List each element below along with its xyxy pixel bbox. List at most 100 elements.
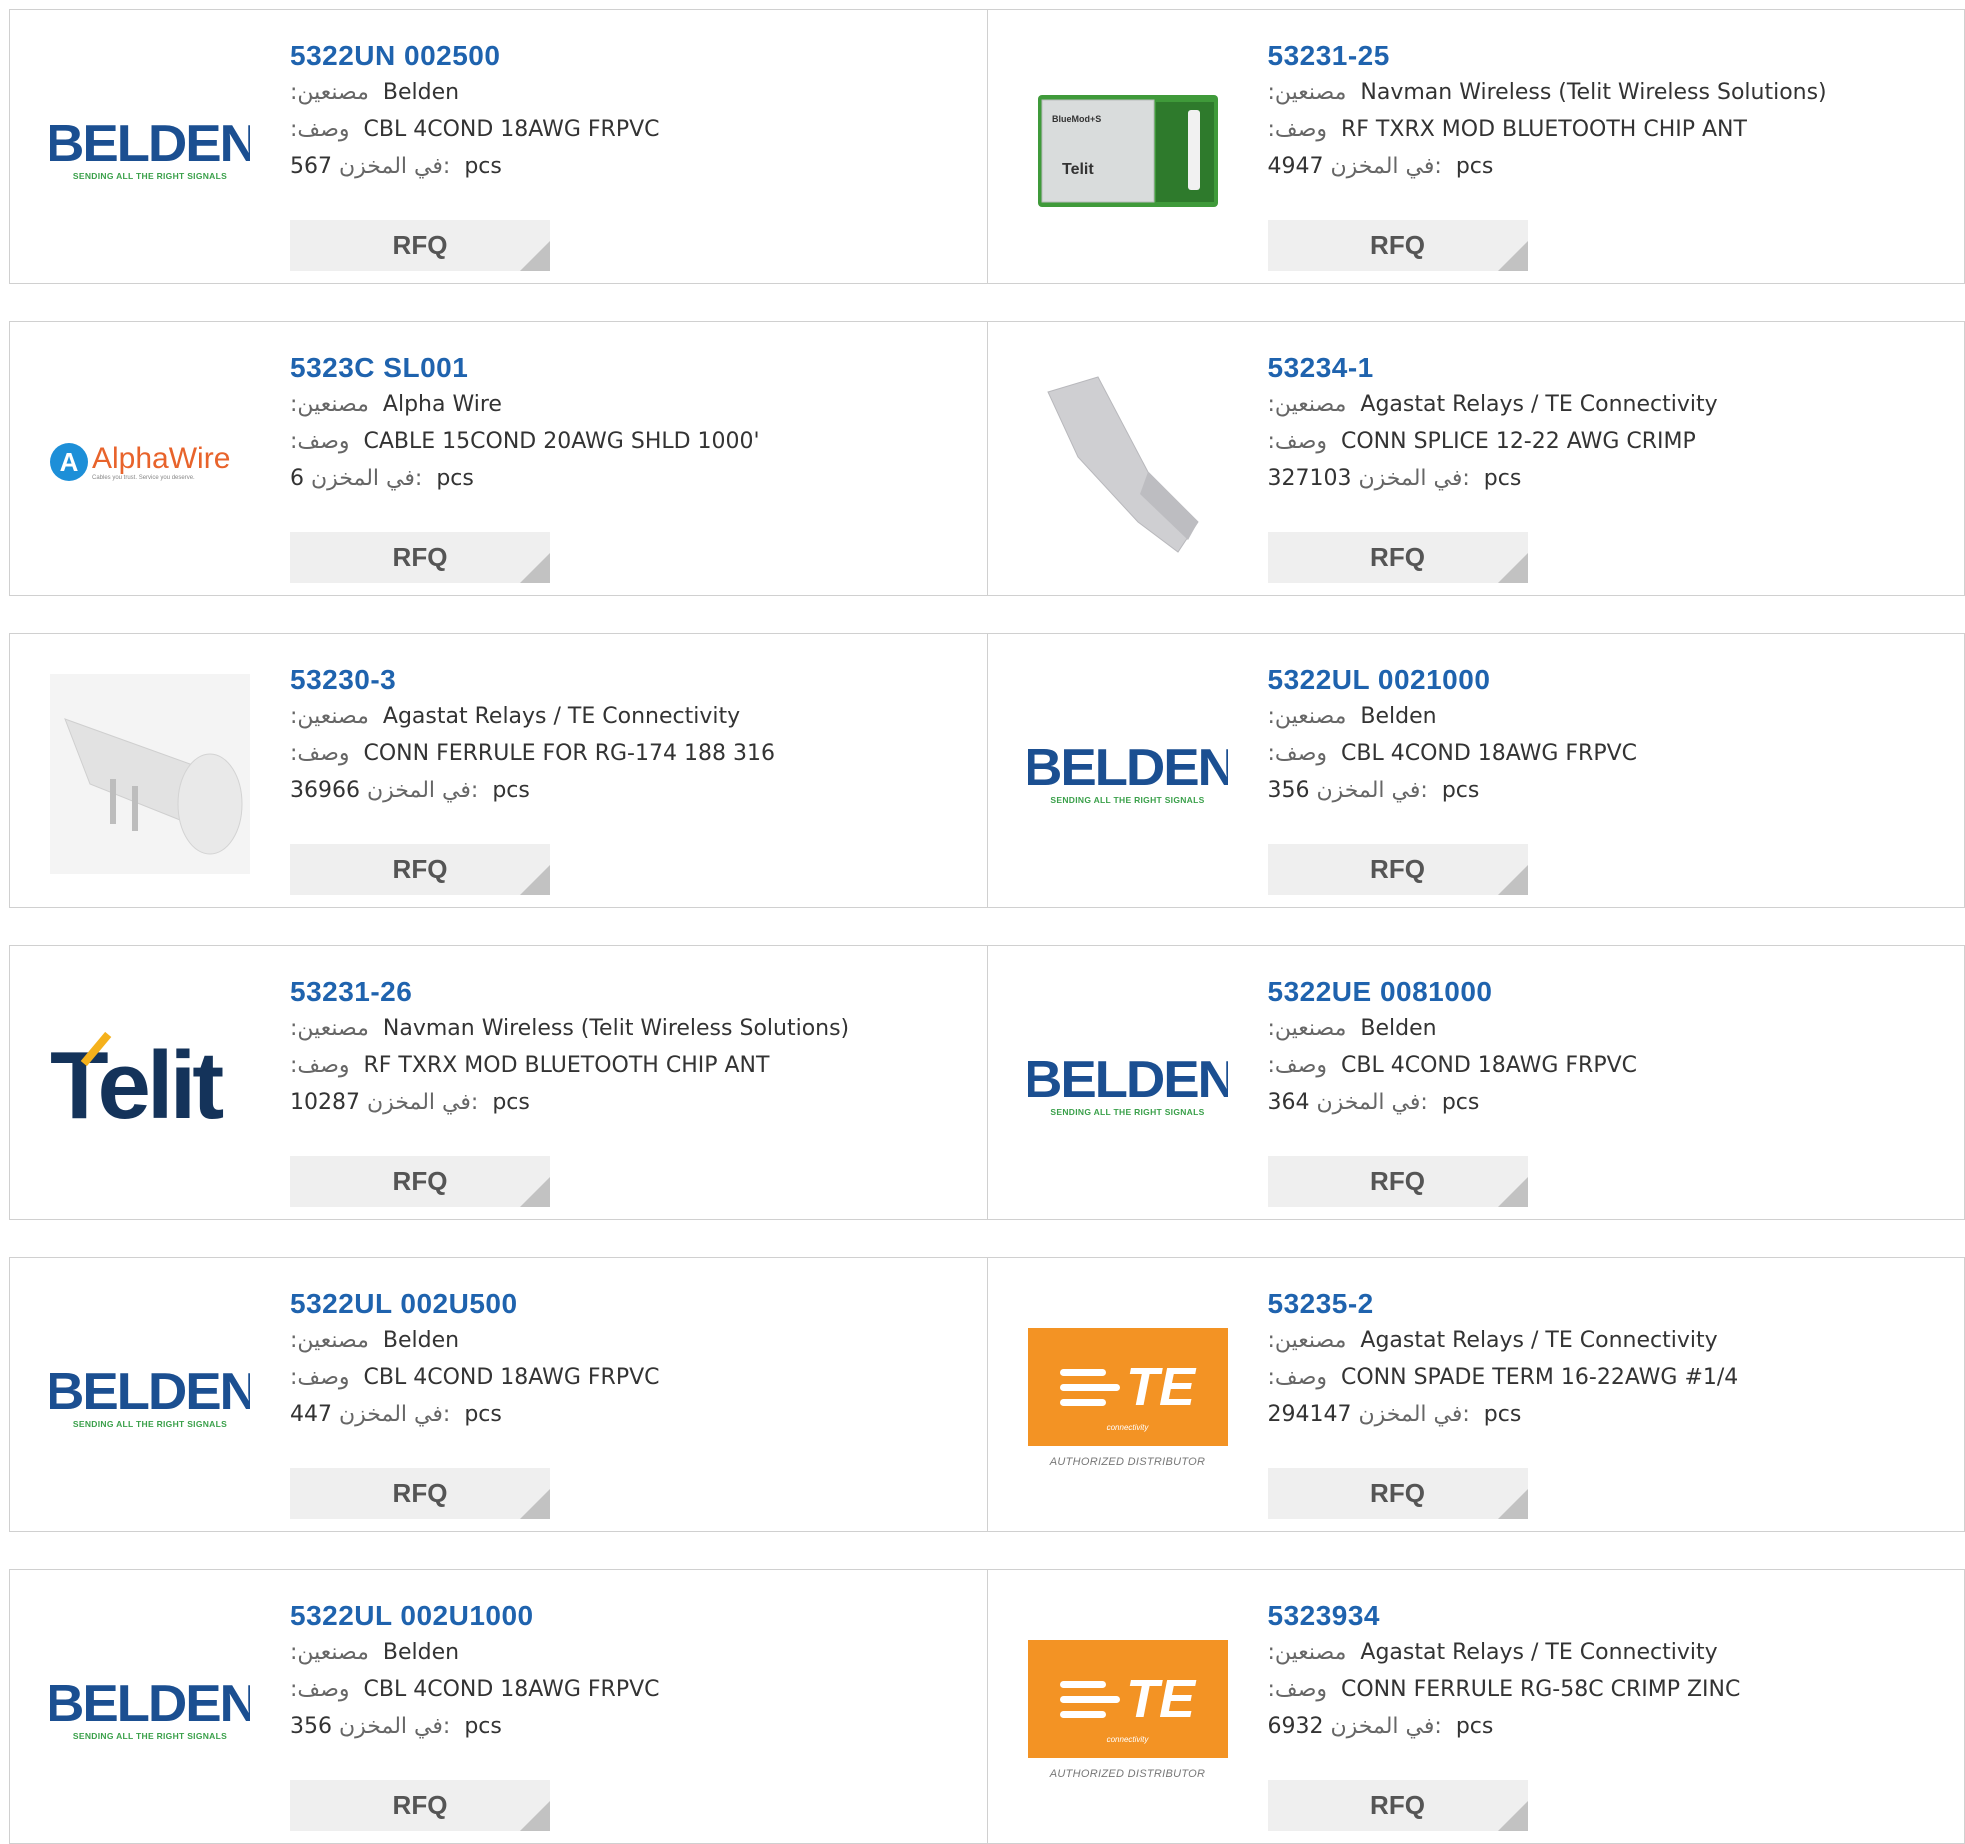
part-number-link[interactable]: 53235-2 [1268,1286,1739,1322]
rfq-button[interactable]: RFQ [290,1156,550,1207]
belden-logo: BELDEN SENDING ALL THE RIGHT SIGNALS [1028,743,1228,805]
stock-value: 447 [290,1402,332,1427]
manufacturer-value: Belden [383,1640,459,1665]
product-card: Telit 53231-26 :مصنعين Navman Wireless (T… [9,945,988,1220]
manufacturer-value: Navman Wireless (Telit Wireless Solution… [1360,80,1826,105]
manufacturer-label: :مصنعين [290,80,369,105]
product-row: 53230-3 :مصنعين Agastat Relays / TE Conne… [9,633,1965,908]
product-image[interactable]: TE connectivity AUTHORIZED DISTRIBUTOR [1028,1610,1228,1810]
product-row: BELDEN SENDING ALL THE RIGHT SIGNALS 532… [9,1569,1965,1844]
description-value: CABLE 15COND 20AWG SHLD 1000' [364,429,760,454]
manufacturer-label: :مصنعين [1268,392,1347,417]
manufacturer-label: :مصنعين [1268,704,1347,729]
stock-label: في المخزن: [339,1402,450,1427]
corner-triangle-icon [1498,1801,1528,1831]
description-value: CONN FERRULE RG-58C CRIMP ZINC [1341,1677,1740,1702]
part-number-link[interactable]: 53231-25 [1268,38,1827,74]
corner-triangle-icon [520,553,550,583]
belden-logo: BELDEN SENDING ALL THE RIGHT SIGNALS [50,1367,250,1429]
part-number-link[interactable]: 53231-26 [290,974,849,1010]
manufacturer-value: Agastat Relays / TE Connectivity [383,704,740,729]
description-value: CONN FERRULE FOR RG-174 188 316 [364,741,775,766]
description-value: CBL 4COND 18AWG FRPVC [1341,741,1637,766]
description-label: :وصف [290,1677,350,1702]
product-image[interactable]: BELDEN SENDING ALL THE RIGHT SIGNALS [50,1610,250,1810]
manufacturer-value: Alpha Wire [383,392,502,417]
part-number-link[interactable]: 5322UN 002500 [290,38,660,74]
description-value: RF TXRX MOD BLUETOOTH CHIP ANT [1341,117,1747,142]
telit-logo: Telit [50,1038,250,1134]
rfq-button[interactable]: RFQ [290,844,550,895]
description-value: RF TXRX MOD BLUETOOTH CHIP ANT [364,1053,770,1078]
description-label: :وصف [1268,741,1328,766]
description-label: :وصف [1268,429,1328,454]
corner-triangle-icon [520,1801,550,1831]
manufacturer-value: Belden [1360,1016,1436,1041]
rfq-button[interactable]: RFQ [1268,532,1528,583]
part-number-link[interactable]: 5322UL 002U500 [290,1286,660,1322]
manufacturer-label: :مصنعين [290,1640,369,1665]
product-image[interactable]: BELDEN SENDING ALL THE RIGHT SIGNALS [1028,986,1228,1186]
stock-value: 4947 [1268,154,1324,179]
product-image[interactable]: TE connectivity AUTHORIZED DISTRIBUTOR [1028,1298,1228,1498]
rfq-button[interactable]: RFQ [290,532,550,583]
manufacturer-label: :مصنعين [290,392,369,417]
te-logo: TE connectivity AUTHORIZED DISTRIBUTOR [1028,1328,1228,1468]
stock-label: في المخزن: [1358,466,1469,491]
rfq-button[interactable]: RFQ [1268,1780,1528,1831]
corner-triangle-icon [520,241,550,271]
product-card: A AlphaWire Cables you trust. Service yo… [9,321,988,596]
splice-photo [1028,362,1228,562]
product-card: BELDEN SENDING ALL THE RIGHT SIGNALS 532… [9,1569,988,1844]
product-image[interactable] [50,674,250,874]
stock-unit: pcs [492,778,530,803]
stock-value: 36966 [290,778,360,803]
stock-unit: pcs [1456,154,1494,179]
part-number-link[interactable]: 5323934 [1268,1598,1741,1634]
stock-unit: pcs [464,154,502,179]
stock-unit: pcs [1484,1402,1522,1427]
stock-label: في المخزن: [1317,1090,1428,1115]
product-card: BELDEN SENDING ALL THE RIGHT SIGNALS 532… [9,1257,988,1532]
belden-logo: BELDEN SENDING ALL THE RIGHT SIGNALS [50,119,250,181]
manufacturer-label: :مصنعين [1268,1328,1347,1353]
manufacturer-value: Agastat Relays / TE Connectivity [1360,1328,1717,1353]
product-image[interactable]: Telit [50,986,250,1186]
stock-value: 6 [290,466,304,491]
product-image[interactable]: BELDEN SENDING ALL THE RIGHT SIGNALS [1028,674,1228,874]
part-number-link[interactable]: 5323C SL001 [290,350,760,386]
part-number-link[interactable]: 53230-3 [290,662,775,698]
product-image[interactable]: BlueMod+S Telit [1028,50,1228,250]
stock-value: 356 [290,1714,332,1739]
rfq-button[interactable]: RFQ [290,220,550,271]
description-label: :وصف [1268,1365,1328,1390]
rfq-button[interactable]: RFQ [1268,1468,1528,1519]
rfq-button[interactable]: RFQ [1268,844,1528,895]
rfq-button[interactable]: RFQ [1268,220,1528,271]
manufacturer-label: :مصنعين [290,1016,369,1041]
stock-unit: pcs [1442,1090,1480,1115]
stock-unit: pcs [1442,778,1480,803]
stock-value: 364 [1268,1090,1310,1115]
manufacturer-label: :مصنعين [290,704,369,729]
part-number-link[interactable]: 5322UL 0021000 [1268,662,1638,698]
part-number-link[interactable]: 5322UE 0081000 [1268,974,1638,1010]
rfq-button[interactable]: RFQ [290,1468,550,1519]
product-image[interactable] [1028,362,1228,562]
rfq-button[interactable]: RFQ [1268,1156,1528,1207]
rfq-button[interactable]: RFQ [290,1780,550,1831]
description-label: :وصف [1268,1677,1328,1702]
part-number-link[interactable]: 53234-1 [1268,350,1718,386]
product-image[interactable]: A AlphaWire Cables you trust. Service yo… [50,362,250,562]
product-image[interactable]: BELDEN SENDING ALL THE RIGHT SIGNALS [50,1298,250,1498]
product-image[interactable]: BELDEN SENDING ALL THE RIGHT SIGNALS [50,50,250,250]
manufacturer-value: Navman Wireless (Telit Wireless Solution… [383,1016,849,1041]
part-number-link[interactable]: 5322UL 002U1000 [290,1598,660,1634]
product-card: 53234-1 :مصنعينAgastat Relays / TE Conne… [988,321,1965,596]
corner-triangle-icon [1498,241,1528,271]
description-label: :وصف [1268,1053,1328,1078]
product-row: Telit 53231-26 :مصنعين Navman Wireless (T… [9,945,1965,1220]
product-card: BELDEN SENDING ALL THE RIGHT SIGNALS 532… [988,945,1965,1220]
manufacturer-value: Agastat Relays / TE Connectivity [1360,1640,1717,1665]
te-logo: TE connectivity AUTHORIZED DISTRIBUTOR [1028,1640,1228,1780]
